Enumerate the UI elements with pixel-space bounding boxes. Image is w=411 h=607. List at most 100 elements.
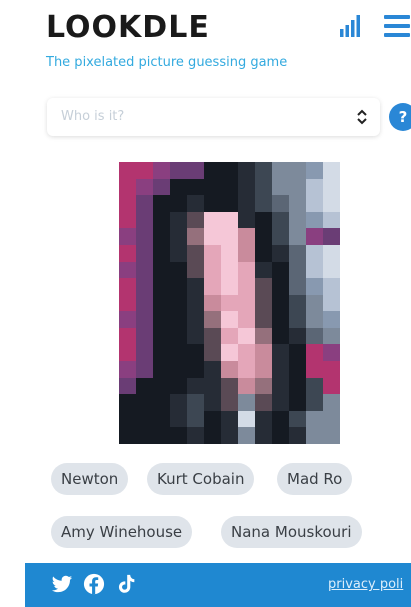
picture-pixel [187,377,204,395]
picture-pixel [119,195,136,212]
picture-pixel [289,244,306,262]
picture-pixel [323,278,340,295]
picture-pixel [306,211,323,229]
picture-pixel [119,261,136,279]
picture-pixel [170,244,187,262]
picture-pixel [221,228,238,245]
picture-pixel [187,344,204,362]
picture-pixel [119,228,136,245]
picture-pixel [136,195,153,212]
picture-pixel [119,178,136,196]
picture-pixel [187,394,204,411]
picture-pixel [272,278,289,295]
picture-pixel [136,178,153,196]
picture-pixel [221,278,238,295]
picture-pixel [272,377,289,395]
picture-pixel [289,377,306,395]
picture-pixel [136,278,153,295]
picture-pixel [255,311,272,328]
picture-pixel [289,294,306,312]
picture-pixel [204,377,221,395]
picture-pixel [272,261,289,279]
picture-pixel [289,410,306,428]
picture-pixel [204,327,221,345]
picture-pixel [238,311,255,328]
picture-pixel [119,311,136,328]
picture-pixel [170,361,187,378]
picture-pixel [272,394,289,411]
picture-pixel [221,294,238,312]
suggestion-chip[interactable]: Mad Ro [277,463,353,495]
picture-pixel [153,427,170,444]
picture-pixel [238,228,255,245]
guess-select[interactable]: Who is it? [47,98,380,136]
picture-pixel [136,410,153,428]
picture-pixel [323,410,340,428]
picture-pixel [255,294,272,312]
twitter-icon[interactable] [51,573,73,595]
suggestion-chip[interactable]: Amy Winehouse [51,516,193,548]
picture-pixel [306,311,323,328]
tiktok-icon[interactable] [115,573,137,595]
picture-pixel [136,211,153,229]
picture-pixel [170,228,187,245]
picture-pixel [136,394,153,411]
stats-button[interactable] [339,14,363,38]
picture-pixel [221,394,238,411]
picture-pixel [306,278,323,295]
picture-pixel [238,377,255,395]
suggestion-chip[interactable]: Nana Mouskouri [221,516,362,548]
picture-pixel [187,261,204,279]
picture-pixel [187,228,204,245]
picture-pixel [255,394,272,411]
picture-pixel [170,311,187,328]
picture-pixel [136,427,153,444]
picture-pixel [255,228,272,245]
picture-pixel [306,410,323,428]
picture-pixel [238,294,255,312]
suggestion-chip[interactable]: Newton [51,463,129,495]
picture-pixel [153,410,170,428]
picture-pixel [170,195,187,212]
picture-pixel [255,178,272,196]
picture-pixel [170,377,187,395]
picture-pixel [238,361,255,378]
picture-pixel [170,261,187,279]
picture-pixel [323,162,340,179]
picture-pixel [255,327,272,345]
picture-pixel [272,195,289,212]
picture-pixel [255,195,272,212]
picture-pixel [119,211,136,229]
picture-pixel [323,327,340,345]
picture-pixel [187,195,204,212]
picture-pixel [306,394,323,411]
picture-pixel [255,244,272,262]
picture-pixel [289,394,306,411]
privacy-policy-link[interactable]: privacy poli [328,577,403,593]
picture-pixel [153,294,170,312]
picture-pixel [153,211,170,229]
picture-pixel [204,311,221,328]
picture-pixel [204,278,221,295]
picture-pixel [306,195,323,212]
picture-pixel [170,394,187,411]
picture-pixel [306,327,323,345]
picture-pixel [187,311,204,328]
picture-pixel [153,361,170,378]
suggestion-chip[interactable]: Kurt Cobain [147,463,255,495]
picture-pixel [221,361,238,378]
picture-pixel [153,244,170,262]
help-button[interactable]: ? [389,103,411,131]
picture-pixel [187,427,204,444]
picture-pixel [204,244,221,262]
picture-pixel [306,427,323,444]
picture-pixel [238,195,255,212]
picture-pixel [204,261,221,279]
picture-pixel [170,162,187,179]
facebook-icon[interactable] [83,573,105,595]
picture-pixel [221,195,238,212]
picture-pixel [289,162,306,179]
picture-pixel [272,244,289,262]
menu-button[interactable] [383,12,411,40]
picture-pixel [221,211,238,229]
